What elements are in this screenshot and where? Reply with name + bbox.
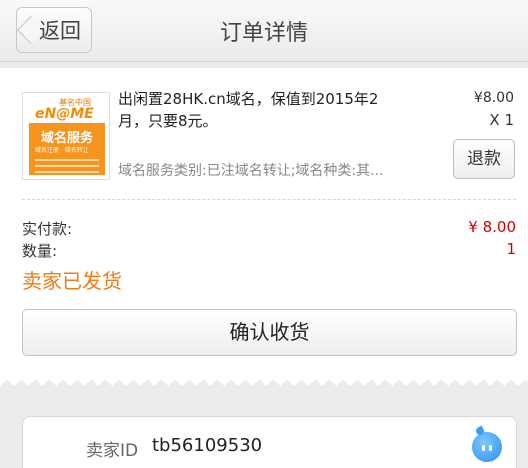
seller-id-value: tb56109530 [152, 435, 263, 456]
page-title: 订单详情 [219, 21, 308, 46]
chat-icon[interactable] [472, 432, 502, 462]
nav-bar: 返回 订单详情 [0, 0, 528, 62]
item-description: 域名服务类别:已注域名转让;域名种类:其... [118, 163, 384, 179]
item-quantity: X 1 [489, 111, 514, 129]
count-value: 1 [506, 240, 516, 258]
thumbnail-banner: 域名服务 域名注册 · 域名转让 [29, 123, 105, 175]
confirm-receipt-button[interactable]: 确认收货 [22, 309, 517, 356]
count-label: 数量: [22, 242, 58, 260]
item-title[interactable]: 出闲置28HK.cn域名，保值到2015年2月，只要8元。 [118, 88, 408, 132]
item-price: ¥8.00 [473, 90, 514, 106]
banner-text-lines [35, 155, 99, 173]
product-thumbnail[interactable]: 基名中国 eN@ME 域名服务 域名注册 · 域名转让 [22, 92, 110, 180]
paid-value: ¥ 8.00 [468, 218, 516, 236]
refund-button[interactable]: 退款 [453, 139, 515, 179]
zigzag-divider [0, 372, 528, 386]
paid-label: 实付款: [22, 220, 73, 238]
order-status: 卖家已发货 [22, 269, 122, 293]
seller-id-label: 卖家ID [86, 441, 139, 461]
brand-logo: 基名中国 eN@ME [35, 98, 94, 122]
dashed-divider [22, 199, 516, 200]
